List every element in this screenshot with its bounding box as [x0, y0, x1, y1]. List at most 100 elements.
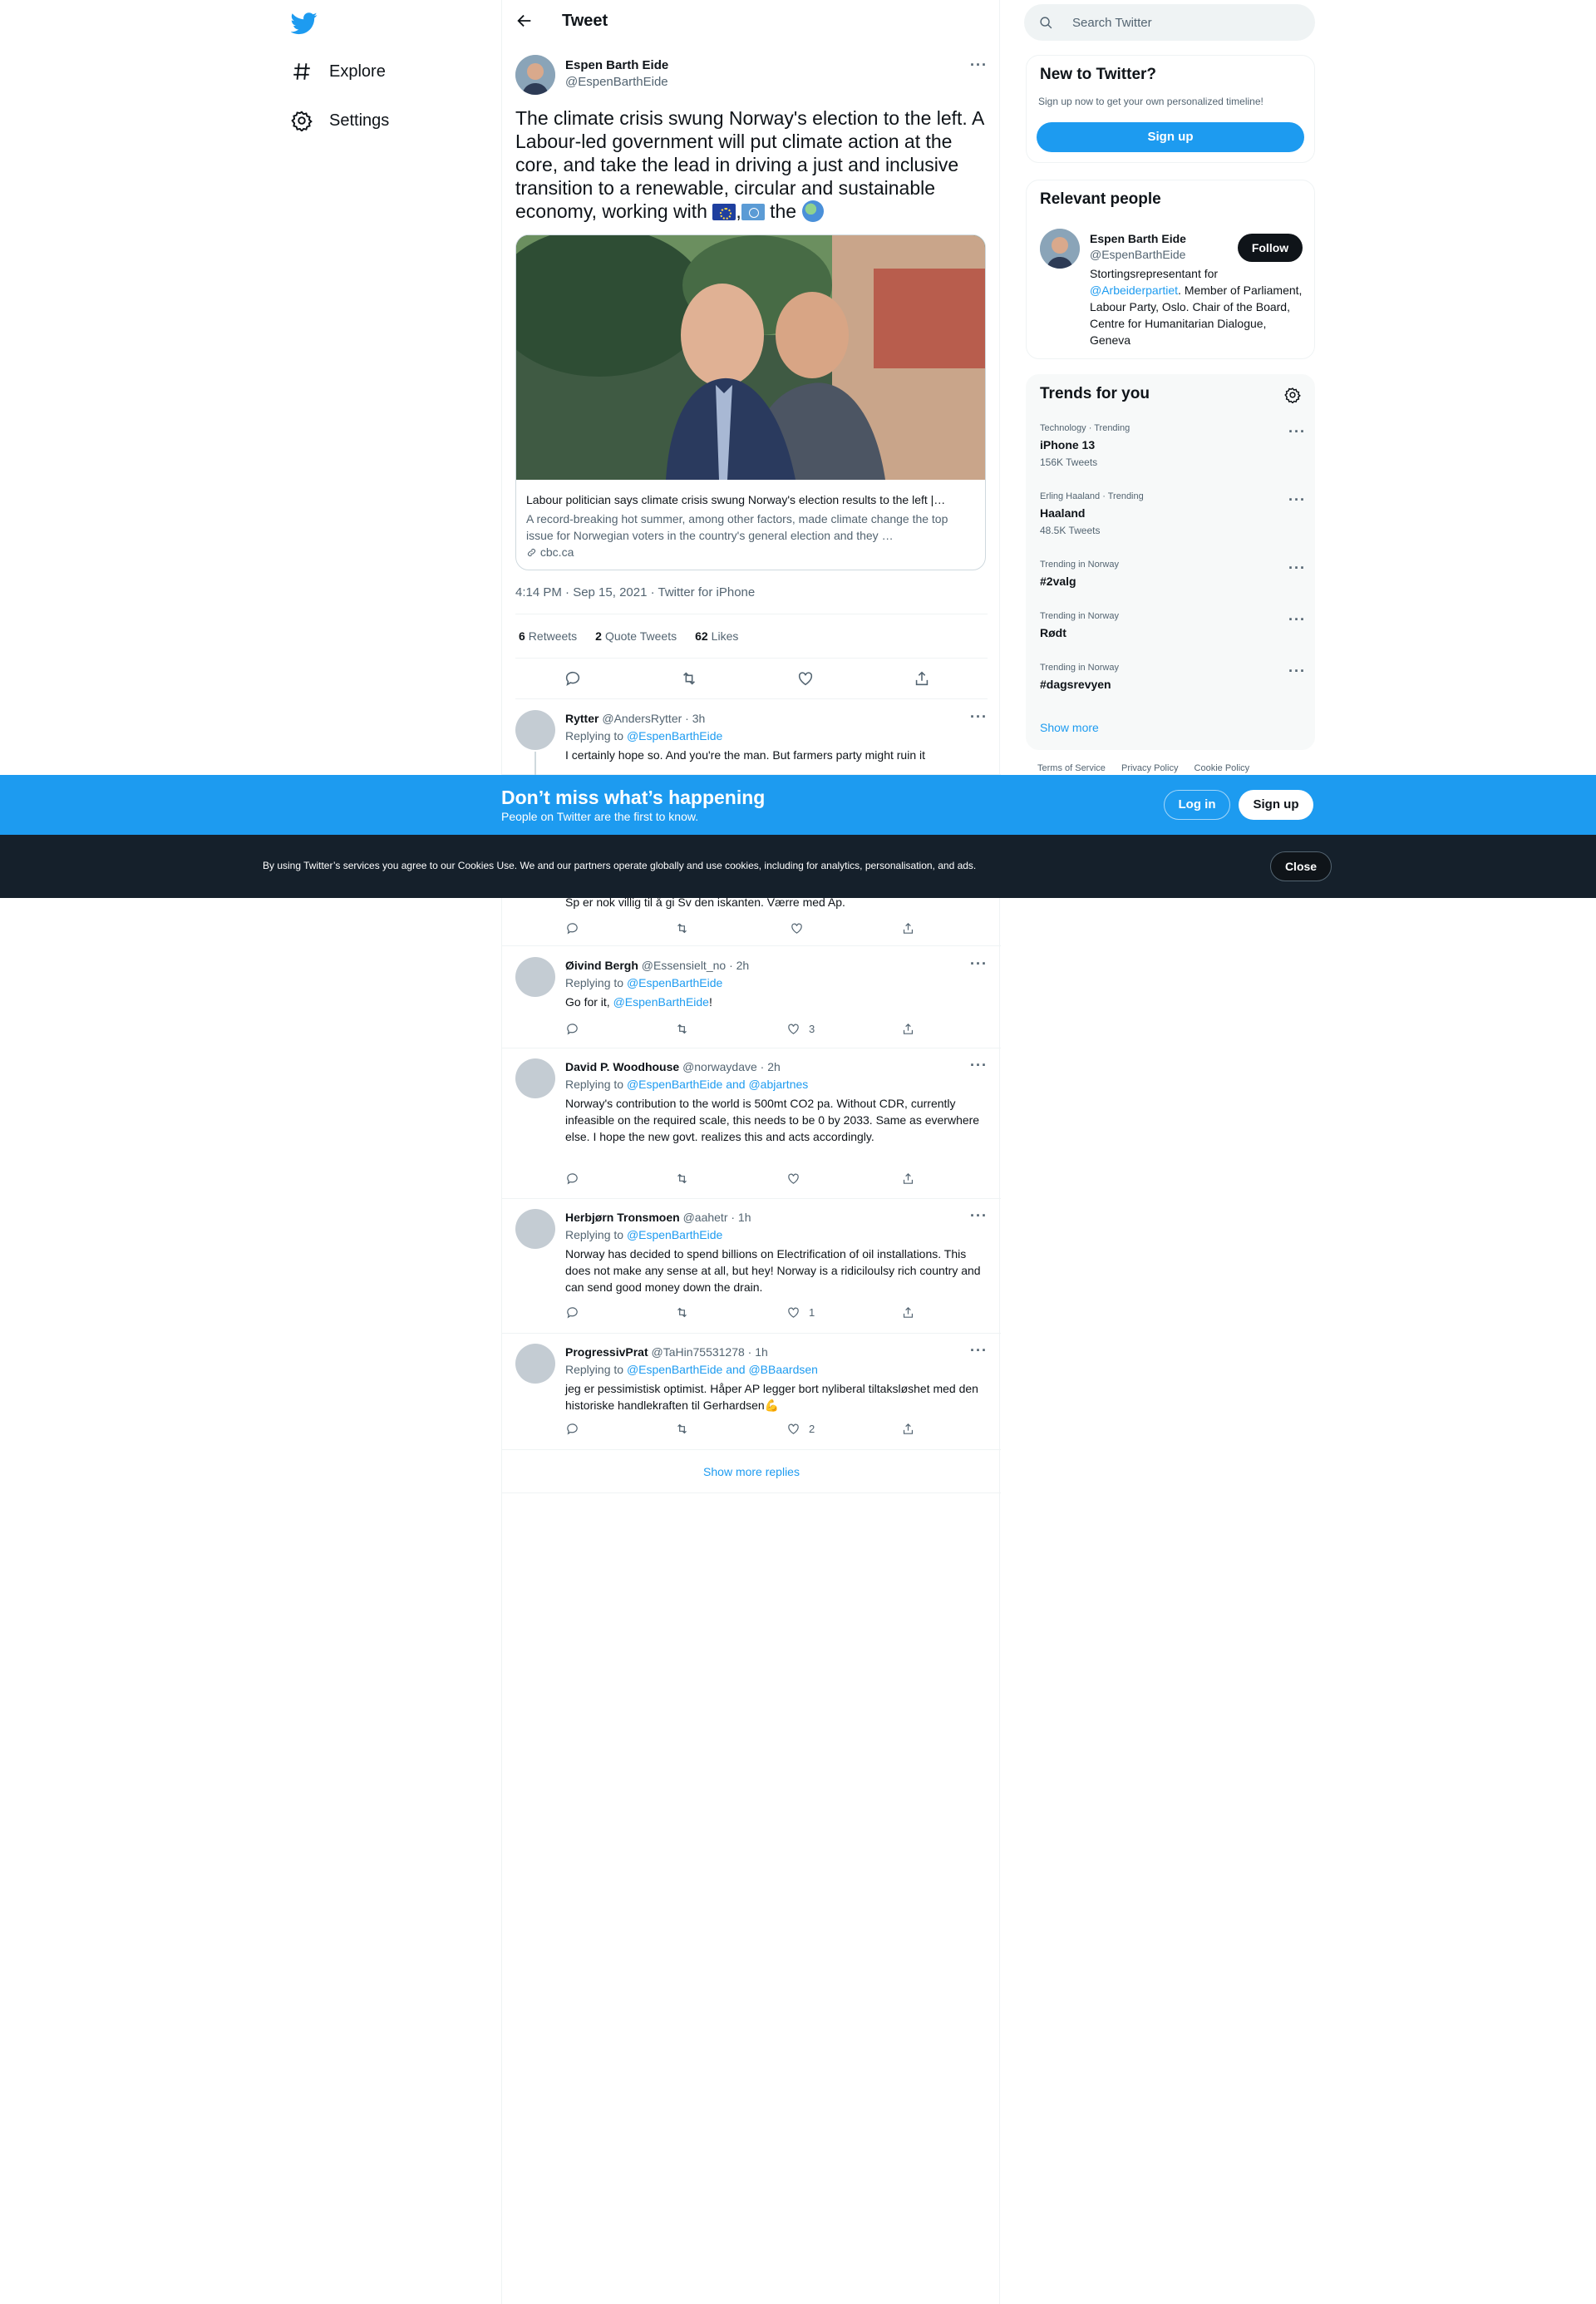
reply-icon[interactable] — [565, 921, 588, 935]
person-avatar[interactable] — [1040, 229, 1080, 269]
author-name[interactable]: Espen Barth Eide — [565, 58, 668, 72]
reply-avatar[interactable] — [515, 957, 555, 997]
cookie-text: By using Twitter’s services you agree to… — [263, 860, 977, 871]
person-bio: Stortingsrepresentant for @Arbeiderparti… — [1090, 267, 1303, 347]
reply-item[interactable]: Rytter @AndersRytter · 3h Replying to @E… — [502, 700, 1001, 775]
back-arrow-icon[interactable] — [515, 12, 535, 32]
more-options-icon[interactable]: ··· — [970, 708, 988, 726]
like-count: 3 — [809, 1023, 815, 1035]
page-title: Tweet — [562, 12, 608, 30]
quotes-stat[interactable]: 2 Quote Tweets — [595, 629, 677, 643]
reply-icon[interactable] — [564, 669, 584, 689]
reply-item[interactable]: David P. Woodhouse @norwaydave · 2h Repl… — [502, 1048, 1001, 1199]
login-button[interactable]: Log in — [1164, 790, 1230, 820]
reply-icon[interactable] — [565, 1422, 588, 1436]
reply-icon[interactable] — [565, 1305, 588, 1320]
retweet-icon[interactable] — [680, 669, 700, 689]
tweet-text-end: the — [764, 200, 797, 222]
share-icon[interactable] — [901, 921, 924, 935]
like-button[interactable]: 1 — [786, 1305, 815, 1320]
reply-replying-to: Replying to @EspenBarthEide — [565, 1228, 723, 1241]
retweet-icon[interactable] — [675, 1022, 697, 1036]
share-icon[interactable] — [901, 1422, 924, 1436]
follow-button[interactable]: Follow — [1238, 234, 1303, 262]
person-handle[interactable]: @EspenBarthEide — [1090, 248, 1185, 261]
reply-text: Norway has decided to spend billions on … — [565, 1247, 981, 1294]
share-icon[interactable] — [901, 1022, 924, 1036]
trends-title: Trends for you — [1040, 385, 1150, 402]
like-count: 2 — [809, 1423, 815, 1435]
search-icon — [1040, 17, 1052, 29]
more-options-icon[interactable]: ··· — [970, 1057, 988, 1074]
trend-item[interactable]: Trending in Norway Rødt ··· — [1040, 611, 1306, 639]
reply-avatar[interactable] — [515, 1058, 555, 1098]
trend-item[interactable]: Trending in Norway #dagsrevyen ··· — [1040, 663, 1306, 691]
privacy-link[interactable]: Privacy Policy — [1121, 763, 1178, 773]
like-icon[interactable] — [786, 1172, 809, 1186]
more-options-icon[interactable]: ··· — [970, 955, 988, 973]
like-button[interactable]: 3 — [786, 1022, 815, 1036]
reply-item[interactable]: Øivind Bergh @Essensielt_no · 2h Replyin… — [502, 947, 1001, 1048]
nav-explore[interactable]: Explore — [291, 55, 386, 88]
reply-avatar[interactable] — [515, 1344, 555, 1384]
more-options-icon[interactable]: ··· — [1288, 611, 1306, 629]
terms-link[interactable]: Terms of Service — [1037, 763, 1106, 773]
cookie-policy-link[interactable]: Cookie Policy — [1195, 763, 1250, 773]
nav-settings[interactable]: Settings — [291, 104, 389, 137]
reply-icon[interactable] — [565, 1172, 588, 1186]
more-options-icon[interactable]: ··· — [970, 1207, 988, 1225]
reply-author[interactable]: David P. Woodhouse @norwaydave · 2h — [565, 1060, 781, 1073]
author-avatar[interactable] — [515, 55, 555, 95]
more-options-icon[interactable]: ··· — [970, 1342, 988, 1359]
cookie-close-button[interactable]: Close — [1270, 851, 1332, 881]
trend-item[interactable]: Technology · Trending iPhone 13 156K Twe… — [1040, 423, 1306, 468]
reply-replying-to: Replying to @EspenBarthEide — [565, 729, 723, 743]
person-name[interactable]: Espen Barth Eide — [1090, 232, 1186, 245]
twitter-logo-icon[interactable] — [290, 10, 318, 37]
reply-author[interactable]: Rytter @AndersRytter · 3h — [565, 712, 705, 725]
reply-text: I certainly hope so. And you're the man.… — [565, 748, 925, 762]
globe-icon — [801, 200, 824, 222]
more-options-icon[interactable]: ··· — [1288, 560, 1306, 577]
reply-author[interactable]: ProgressivPrat @TaHin75531278 · 1h — [565, 1345, 768, 1359]
reply-avatar[interactable] — [515, 1209, 555, 1249]
reply-author[interactable]: Herbjørn Tronsmoen @aahetr · 1h — [565, 1211, 751, 1224]
show-more-replies-link[interactable]: Show more replies — [502, 1450, 1001, 1493]
retweets-stat[interactable]: 6 Retweets — [519, 629, 577, 643]
banner-signup-button[interactable]: Sign up — [1239, 790, 1313, 820]
retweet-icon[interactable] — [675, 1172, 697, 1186]
share-icon[interactable] — [901, 1172, 924, 1186]
like-icon[interactable] — [790, 921, 812, 935]
reply-item[interactable]: ProgressivPrat @TaHin75531278 · 1h Reply… — [502, 1334, 1001, 1450]
share-icon[interactable] — [901, 1305, 924, 1320]
trend-item[interactable]: Erling Haaland · Trending Haaland 48.5K … — [1040, 491, 1306, 536]
card-domain-text: cbc.ca — [539, 545, 574, 559]
search-input[interactable]: Search Twitter — [1024, 4, 1315, 41]
like-button[interactable]: 2 — [786, 1422, 815, 1436]
author-handle[interactable]: @EspenBarthEide — [565, 75, 668, 89]
more-options-icon[interactable]: ··· — [1288, 423, 1306, 441]
like-icon[interactable] — [796, 669, 816, 689]
reply-author[interactable]: Øivind Bergh @Essensielt_no · 2h — [565, 959, 749, 972]
more-options-icon[interactable]: ··· — [970, 57, 988, 74]
link-card[interactable]: Labour politician says climate crisis sw… — [515, 234, 986, 570]
quotes-label: Quote Tweets — [604, 629, 677, 643]
share-icon[interactable] — [913, 669, 933, 689]
retweet-icon[interactable] — [675, 1422, 697, 1436]
retweet-icon[interactable] — [675, 921, 697, 935]
likes-stat[interactable]: 62 Likes — [695, 629, 738, 643]
gear-icon[interactable] — [1284, 387, 1301, 404]
retweet-icon[interactable] — [675, 1305, 697, 1320]
more-options-icon[interactable]: ··· — [1288, 663, 1306, 680]
tweet-author: Espen Barth Eide @EspenBarthEide ··· — [515, 55, 988, 96]
more-options-icon[interactable]: ··· — [1288, 491, 1306, 509]
signup-button[interactable]: Sign up — [1037, 122, 1304, 152]
reply-icon[interactable] — [565, 1022, 588, 1036]
card-image — [516, 235, 985, 480]
trend-item[interactable]: Trending in Norway #2valg ··· — [1040, 560, 1306, 588]
show-more-trends-link[interactable]: Show more — [1040, 721, 1099, 734]
reply-item[interactable]: Herbjørn Tronsmoen @aahetr · 1h Replying… — [502, 1199, 1001, 1334]
tweet-timestamp[interactable]: 4:14 PM · Sep 15, 2021 · Twitter for iPh… — [515, 585, 755, 599]
like-count: 1 — [809, 1306, 815, 1319]
reply-avatar[interactable] — [515, 710, 555, 750]
